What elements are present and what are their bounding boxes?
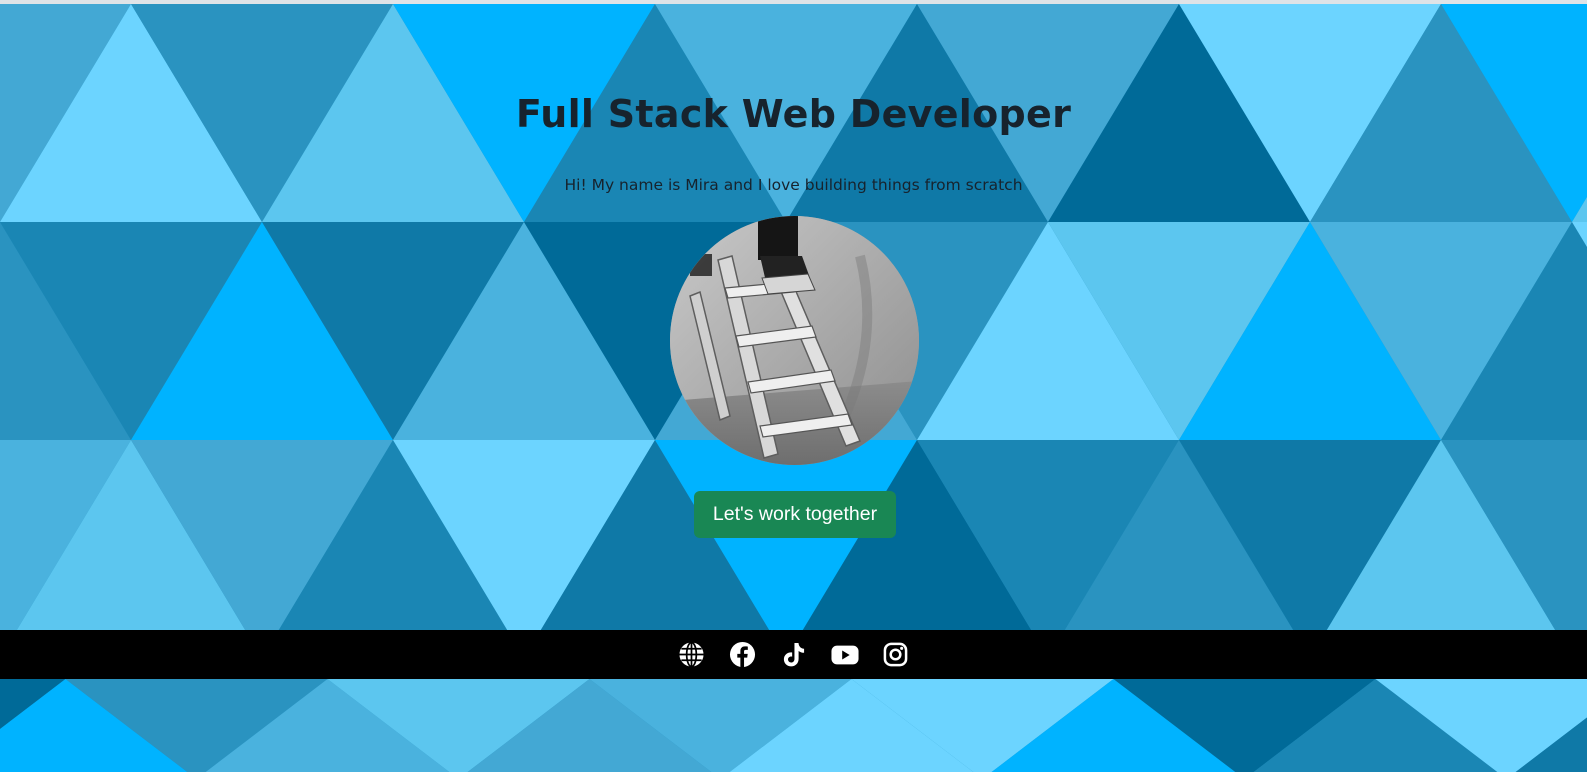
- youtube-icon: [830, 645, 859, 664]
- globe-icon: [679, 641, 704, 668]
- facebook-icon: [729, 641, 756, 668]
- profile-photo: [670, 216, 919, 465]
- browser-top-edge: [0, 0, 1587, 4]
- social-link-instagram[interactable]: [882, 641, 910, 669]
- page-title: Full Stack Web Developer: [515, 92, 1072, 136]
- social-links-bar: [0, 630, 1587, 679]
- instagram-icon: [883, 642, 908, 667]
- social-link-youtube[interactable]: [830, 641, 859, 669]
- hero-section: Full Stack Web Developer Hi! My name is …: [0, 0, 1587, 630]
- social-link-facebook[interactable]: [729, 641, 757, 669]
- work-together-button[interactable]: Let's work together: [694, 491, 896, 538]
- intro-text: Hi! My name is Mira and I love building …: [564, 176, 1023, 194]
- social-link-tiktok[interactable]: [780, 641, 808, 669]
- social-link-website[interactable]: [678, 641, 706, 669]
- tiktok-icon: [783, 642, 805, 667]
